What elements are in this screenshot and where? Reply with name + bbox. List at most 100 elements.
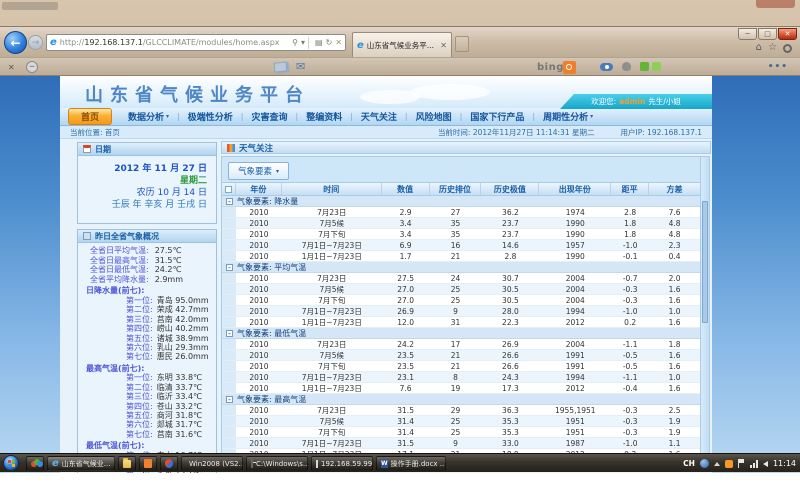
table-row[interactable]: 20107月下旬3.43523.719901.84.8 — [222, 229, 700, 240]
nav-item-6[interactable]: 风险地图 — [408, 110, 460, 123]
element-selector-button[interactable]: 气象要素 ▾ — [228, 162, 289, 180]
stat-value: 31.5℃ — [155, 256, 182, 266]
collapse-icon[interactable]: - — [226, 198, 233, 205]
taskbar-window-button[interactable]: e山东省气候业... — [47, 456, 115, 471]
explorer-folder-icon[interactable] — [118, 456, 136, 471]
show-hidden-icons-arrow[interactable] — [714, 462, 720, 466]
nav-item-3[interactable]: 灾害查询 — [243, 110, 295, 123]
table-row[interactable]: 20107月下旬23.52126.61991-0.51.6 — [222, 361, 700, 372]
table-header: 年份时间数值历史排位历史极值出现年份距平方差 — [222, 183, 700, 196]
photos-icon[interactable] — [274, 61, 288, 72]
tools-gear-icon[interactable] — [783, 44, 792, 53]
green-addon-icon-2[interactable] — [652, 62, 661, 71]
table-row[interactable]: 20107月下旬31.42535.31951-0.31.9 — [222, 427, 700, 438]
pinned-app-icon[interactable] — [139, 456, 157, 471]
table-row[interactable]: 20107月5候27.02530.52004-0.31.6 — [222, 284, 700, 295]
table-row[interactable]: 20107月23日24.21726.92004-1.11.8 — [222, 339, 700, 350]
tray-app-icon[interactable] — [725, 460, 733, 468]
table-row[interactable]: 20107月23日27.52430.72004-0.72.0 — [222, 273, 700, 284]
nav-item-1[interactable]: 数据分析▾ — [120, 110, 177, 123]
search-dropdown-icon[interactable]: ▾ — [301, 38, 305, 47]
taskbar-window-button[interactable]: 192.168.59.99... — [311, 456, 373, 471]
date-panel-header: 日期 — [78, 143, 216, 156]
eye-icon[interactable] — [600, 63, 613, 71]
table-cell: 7月5候 — [282, 350, 382, 361]
green-addon-icon[interactable] — [640, 62, 649, 71]
stat-row: 全省平均降水量:2.9mm — [78, 275, 216, 285]
volume-icon[interactable] — [763, 461, 768, 467]
nav-item-0[interactable]: 首页 — [68, 108, 112, 125]
pinned-media-icon[interactable] — [26, 456, 44, 471]
toolbar-close-icon[interactable]: ✕ — [8, 63, 15, 72]
table-row[interactable]: 20107月1日~7月23日6.91614.61957-1.02.3 — [222, 240, 700, 251]
window-minimize-button[interactable]: ─ — [738, 28, 757, 40]
table-row[interactable]: 20107月下旬27.02530.52004-0.31.6 — [222, 295, 700, 306]
network-signal-icon[interactable] — [750, 460, 758, 468]
compatibility-view-icon[interactable]: ▤ — [315, 38, 323, 47]
window-close-button[interactable]: ✕ — [778, 28, 797, 40]
toolbar-overflow-icon[interactable]: ••• — [768, 62, 788, 72]
network-globe-icon[interactable] — [700, 459, 709, 468]
table-row[interactable]: 20107月1日~7月23日31.5933.01987-1.01.1 — [222, 438, 700, 449]
refresh-icon[interactable]: ↻ — [326, 38, 333, 47]
search-icon[interactable]: ⚲ — [292, 38, 298, 47]
table-cell: 2012 — [539, 384, 611, 393]
table-row[interactable]: 20107月5候3.43523.719901.84.8 — [222, 218, 700, 229]
table-row[interactable]: 20101月1日~7月23日1.7212.81990-0.10.4 — [222, 251, 700, 262]
browser-tab[interactable]: e 山东省气候业务平... ✕ — [352, 32, 452, 57]
table-scrollbar[interactable] — [700, 156, 710, 461]
table-row[interactable]: 20101月1日~7月23日12.03122.320120.21.6 — [222, 317, 700, 328]
language-indicator[interactable]: CH — [683, 459, 695, 468]
taskbar-window-button[interactable]: C:\Windows\s... — [246, 456, 308, 471]
nav-item-5[interactable]: 天气关注 — [353, 110, 405, 123]
table-cell: -1.0 — [611, 307, 649, 316]
table-row[interactable]: 20107月23日2.92736.219742.87.6 — [222, 207, 700, 218]
new-tab-button[interactable] — [455, 36, 469, 52]
back-button[interactable]: ← — [4, 31, 27, 54]
forward-button[interactable]: → — [28, 35, 43, 50]
taskbar-window-button[interactable]: W操作手册.docx ... — [376, 456, 446, 471]
table-row[interactable]: 20107月1日~7月23日23.1824.31994-1.11.0 — [222, 372, 700, 383]
scrollbar-thumb[interactable] — [702, 201, 708, 323]
breadcrumb-value[interactable]: 首页 — [105, 128, 120, 137]
taskbar-window-button[interactable]: Win2008 (VS2... — [181, 456, 243, 471]
collapse-icon[interactable]: - — [226, 264, 233, 271]
table-cell: 1.8 — [649, 340, 700, 349]
table-row[interactable]: 20107月23日31.52936.31955,1951-0.32.5 — [222, 405, 700, 416]
collapse-icon[interactable]: - — [226, 396, 233, 403]
tab-close-icon[interactable]: ✕ — [440, 41, 447, 50]
row-gutter-cell — [222, 284, 236, 294]
group-row[interactable]: -气象要素: 平均气温 — [222, 262, 700, 273]
nav-item-7[interactable]: 国家下行产品 — [462, 110, 532, 123]
rank-row: 第五位:诸城 38.9mm — [78, 334, 216, 343]
group-row[interactable]: -气象要素: 最低气温 — [222, 328, 700, 339]
taskbar-button-icon: e — [52, 459, 59, 469]
table-cell: 12.0 — [382, 318, 430, 327]
table-cell: 4.8 — [649, 230, 700, 239]
nav-item-8[interactable]: 周期性分析▾ — [535, 110, 601, 123]
checkbox-icon[interactable] — [225, 186, 232, 193]
taskbar-clock[interactable]: 11:14 — [773, 459, 796, 468]
table-row[interactable]: 20107月5候23.52126.61991-0.51.6 — [222, 350, 700, 361]
nav-item-2[interactable]: 极端性分析 — [180, 110, 241, 123]
table-row[interactable]: 20101月1日~7月23日7.61917.32012-0.41.6 — [222, 383, 700, 394]
favorites-star-icon[interactable]: ☆ — [768, 43, 777, 53]
paw-icon[interactable] — [622, 62, 631, 71]
nav-item-4[interactable]: 整编资料 — [298, 110, 350, 123]
table-cell: 1957 — [539, 241, 611, 250]
address-bar[interactable]: e http://192.168.137.1/GLCCLIMATE/module… — [46, 34, 346, 51]
action-center-flag-icon[interactable] — [738, 459, 745, 468]
group-row[interactable]: -气象要素: 降水量 — [222, 196, 700, 207]
table-row[interactable]: 20107月1日~7月23日26.9928.01994-1.01.0 — [222, 306, 700, 317]
compat-circle-icon[interactable]: ─ — [26, 61, 38, 73]
mail-icon[interactable]: ✉ — [296, 61, 305, 72]
window-maximize-button[interactable]: □ — [758, 28, 777, 40]
collapse-icon[interactable]: - — [226, 330, 233, 337]
group-row[interactable]: -气象要素: 最高气温 — [222, 394, 700, 405]
stop-icon[interactable]: ✕ — [335, 38, 342, 47]
media-player-icon[interactable] — [160, 456, 178, 471]
start-button[interactable] — [3, 455, 19, 471]
table-row[interactable]: 20107月5候31.42535.31951-0.31.9 — [222, 416, 700, 427]
search-box-icon[interactable] — [563, 61, 576, 74]
home-icon[interactable]: ⌂ — [756, 43, 762, 53]
